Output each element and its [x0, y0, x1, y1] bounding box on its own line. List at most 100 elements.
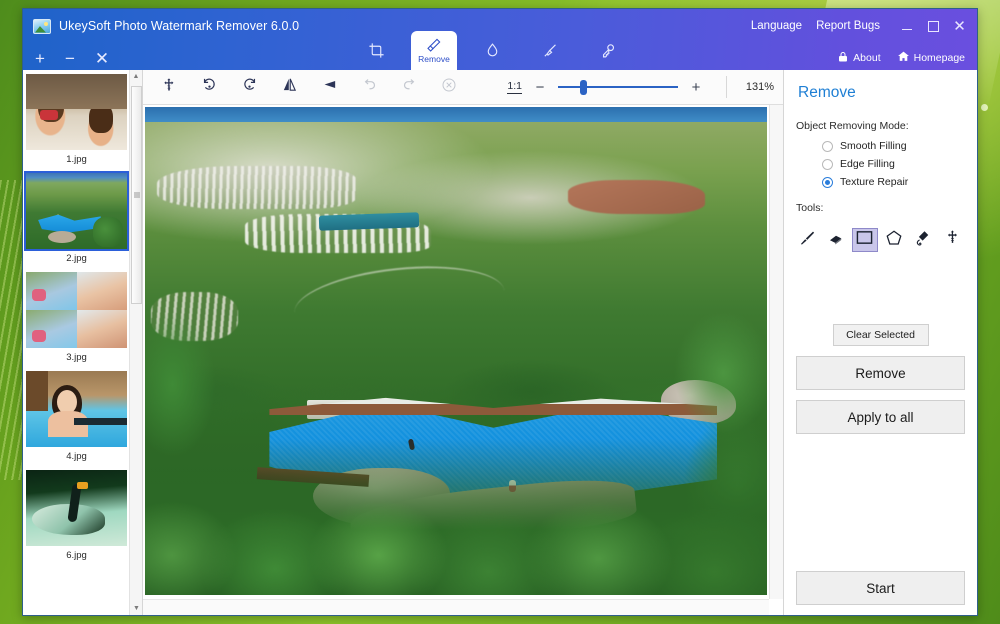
canvas-column: 1:1 − + 131%	[143, 70, 783, 615]
start-button[interactable]: Start	[796, 571, 965, 605]
image-canvas[interactable]	[143, 105, 783, 615]
minimize-button[interactable]	[900, 20, 915, 32]
maximize-button[interactable]	[928, 20, 939, 32]
zoom-percentage: 131%	[745, 81, 775, 93]
key-icon	[600, 42, 617, 59]
tab-key[interactable]	[585, 31, 631, 70]
radio-texture-repair[interactable]: Texture Repair	[822, 176, 965, 188]
reset-circle-icon	[441, 77, 457, 98]
clear-files-button[interactable]: ✕	[95, 50, 109, 67]
zoom-actual-size-button[interactable]: 1:1	[507, 80, 522, 94]
tab-brush[interactable]	[527, 31, 573, 70]
canvas-vertical-scrollbar[interactable]	[769, 105, 783, 599]
photo-town-upper	[157, 165, 357, 210]
scroll-up-arrow[interactable]: ▲	[130, 70, 142, 83]
panel-title: Remove	[798, 84, 856, 101]
title-bar-right: Language Report Bugs ✕	[751, 19, 967, 34]
remove-panel: Remove Object Removing Mode: Smooth Fill…	[783, 70, 977, 615]
reset-button[interactable]	[429, 74, 469, 100]
list-item[interactable]: 3.jpg	[24, 270, 129, 366]
tab-remove[interactable]: Remove	[411, 31, 457, 70]
tool-polygon-select[interactable]	[882, 228, 907, 252]
tool-rectangle-select[interactable]	[852, 228, 878, 252]
scroll-down-arrow[interactable]: ▼	[130, 602, 142, 615]
undo-icon	[361, 76, 378, 98]
main-photo[interactable]	[145, 107, 767, 595]
photo-icon	[33, 18, 51, 34]
undo-button[interactable]	[349, 74, 389, 100]
thumbnail-image[interactable]	[24, 72, 129, 152]
thumbnail-sidebar: 1.jpg 2.jpg 3.jpg 4.jpg 6.jpg ▲ ▼	[23, 70, 143, 615]
tool-lasso-select[interactable]	[911, 228, 936, 252]
tools-group	[794, 228, 965, 252]
add-files-button[interactable]: +	[35, 50, 45, 67]
tool-eraser[interactable]	[823, 228, 848, 252]
apply-to-all-button[interactable]: Apply to all	[796, 400, 965, 434]
thumbnail-image[interactable]	[24, 171, 129, 251]
sidebar-scrollbar[interactable]: ▲ ▼	[129, 70, 142, 615]
remove-button[interactable]: Remove	[796, 356, 965, 390]
zoom-slider-track	[558, 86, 678, 88]
redo-button[interactable]	[389, 74, 429, 100]
rotate-right-icon	[241, 76, 258, 98]
lasso-pen-icon	[914, 229, 932, 252]
move-icon	[944, 229, 961, 251]
rotate-right-button[interactable]	[229, 74, 269, 100]
window-title: UkeySoft Photo Watermark Remover 6.0.0	[59, 19, 300, 33]
redo-icon	[401, 76, 418, 98]
pan-button[interactable]	[149, 74, 189, 100]
zoom-controls: 1:1 − + 131%	[507, 76, 777, 98]
thumbnail-image[interactable]	[24, 270, 129, 350]
thumbnail-art	[26, 371, 127, 447]
scrollbar-thumb[interactable]	[131, 86, 142, 304]
eraser-icon	[426, 37, 442, 53]
radio-indicator[interactable]	[822, 176, 833, 188]
flip-horizontal-button[interactable]	[269, 74, 309, 100]
zoom-in-button[interactable]: +	[684, 80, 708, 95]
rotate-left-icon	[201, 76, 218, 98]
rectangle-select-icon	[856, 230, 873, 250]
radio-edge-filling[interactable]: Edge Filling	[822, 158, 965, 170]
thumbnail-art	[26, 74, 127, 150]
image-toolbar: 1:1 − + 131%	[143, 70, 783, 105]
thumbnail-image[interactable]	[24, 369, 129, 449]
zoom-slider[interactable]	[558, 79, 678, 95]
radio-smooth-filling[interactable]: Smooth Filling	[822, 140, 965, 152]
language-link[interactable]: Language	[751, 20, 802, 32]
list-item[interactable]: 6.jpg	[24, 468, 129, 564]
droplet-icon	[484, 42, 501, 59]
list-item[interactable]: 4.jpg	[24, 369, 129, 465]
thumbnail-label: 1.jpg	[66, 154, 87, 165]
zoom-out-button[interactable]: −	[528, 80, 552, 95]
crop-icon	[368, 42, 385, 59]
rotate-left-button[interactable]	[189, 74, 229, 100]
radio-indicator[interactable]	[822, 158, 833, 170]
about-button[interactable]: About	[837, 51, 881, 66]
thumbnail-art	[26, 470, 127, 546]
close-button[interactable]: ✕	[952, 19, 967, 34]
tab-watermark[interactable]	[469, 31, 515, 70]
radio-label: Texture Repair	[840, 176, 909, 188]
report-bugs-link[interactable]: Report Bugs	[816, 20, 880, 32]
remove-file-button[interactable]: −	[65, 50, 75, 67]
list-item[interactable]: 2.jpg	[24, 171, 129, 267]
tool-move[interactable]	[940, 228, 965, 252]
zoom-slider-knob[interactable]	[579, 79, 587, 95]
homepage-button[interactable]: Homepage	[897, 50, 965, 66]
tool-brush[interactable]	[794, 228, 819, 252]
list-item[interactable]: 1.jpg	[24, 72, 129, 168]
tab-crop[interactable]	[353, 31, 399, 70]
toolbar-divider	[726, 76, 727, 98]
thumbnail-label: 6.jpg	[66, 550, 87, 561]
application-window: UkeySoft Photo Watermark Remover 6.0.0 L…	[22, 8, 978, 616]
paintbrush-icon	[542, 42, 559, 59]
radio-indicator[interactable]	[822, 140, 833, 152]
brush-icon	[798, 229, 816, 252]
thumbnail-art	[26, 173, 127, 249]
canvas-horizontal-scrollbar[interactable]	[143, 599, 769, 615]
clear-selected-button[interactable]: Clear Selected	[832, 324, 929, 346]
thumbnail-image[interactable]	[24, 468, 129, 548]
flip-horizontal-icon	[281, 76, 298, 98]
window-controls: ✕	[900, 19, 967, 34]
flip-vertical-button[interactable]	[309, 74, 349, 100]
